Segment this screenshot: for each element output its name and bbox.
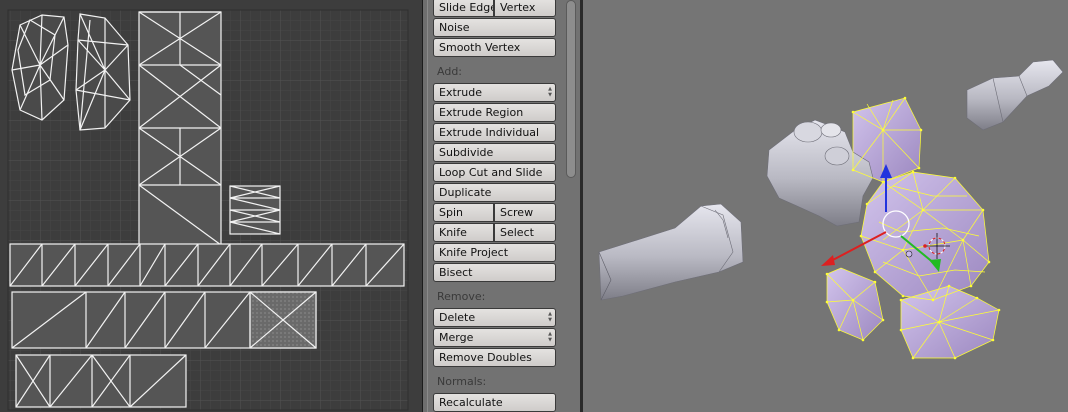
- origin-marker-icon: [923, 244, 927, 248]
- knife-project-button[interactable]: Knife Project: [433, 243, 556, 262]
- spin-button[interactable]: Spin: [433, 203, 494, 222]
- vertex-button[interactable]: Vertex: [494, 0, 556, 17]
- remove-section-label: Remove:: [437, 290, 486, 303]
- uv-island-strip-1: [9, 243, 405, 287]
- add-section-label: Add:: [437, 65, 463, 78]
- tool-shelf-scrollbar[interactable]: [566, 0, 576, 178]
- extrude-region-button[interactable]: Extrude Region: [433, 103, 556, 122]
- uv-island-circle-1: [11, 14, 69, 121]
- subdivide-button[interactable]: Subdivide: [433, 143, 556, 162]
- duplicate-button[interactable]: Duplicate: [433, 183, 556, 202]
- normals-section-label: Normals:: [437, 375, 487, 388]
- delete-dropdown[interactable]: Delete: [433, 308, 556, 327]
- 3d-viewport[interactable]: [583, 0, 1068, 412]
- extrude-individual-button[interactable]: Extrude Individual: [433, 123, 556, 142]
- smooth-vertex-button[interactable]: Smooth Vertex: [433, 38, 556, 57]
- uv-island-small-block: [229, 185, 281, 235]
- uv-island-strip-3: [15, 354, 187, 408]
- slide-edge-button[interactable]: Slide Edge: [433, 0, 494, 17]
- screw-button[interactable]: Screw: [494, 203, 556, 222]
- uv-island-strip-2: [11, 291, 317, 349]
- knife-select-button[interactable]: Select: [494, 223, 556, 242]
- recalculate-button[interactable]: Recalculate: [433, 393, 556, 412]
- merge-dropdown[interactable]: Merge: [433, 328, 556, 347]
- uv-island-strip-vertical: [138, 11, 222, 246]
- knife-button[interactable]: Knife: [433, 223, 494, 242]
- viewport-canvas[interactable]: [583, 0, 1068, 412]
- loop-cut-slide-button[interactable]: Loop Cut and Slide: [433, 163, 556, 182]
- tool-shelf-panel: Slide Edge Vertex Noise Smooth Vertex Ad…: [428, 0, 580, 412]
- extrude-dropdown[interactable]: Extrude: [433, 83, 556, 102]
- uv-canvas[interactable]: [0, 0, 422, 412]
- uv-editor[interactable]: [0, 0, 422, 412]
- noise-button[interactable]: Noise: [433, 18, 556, 37]
- remove-doubles-button[interactable]: Remove Doubles: [433, 348, 556, 367]
- object-origin-icon: [905, 250, 913, 258]
- bisect-button[interactable]: Bisect: [433, 263, 556, 282]
